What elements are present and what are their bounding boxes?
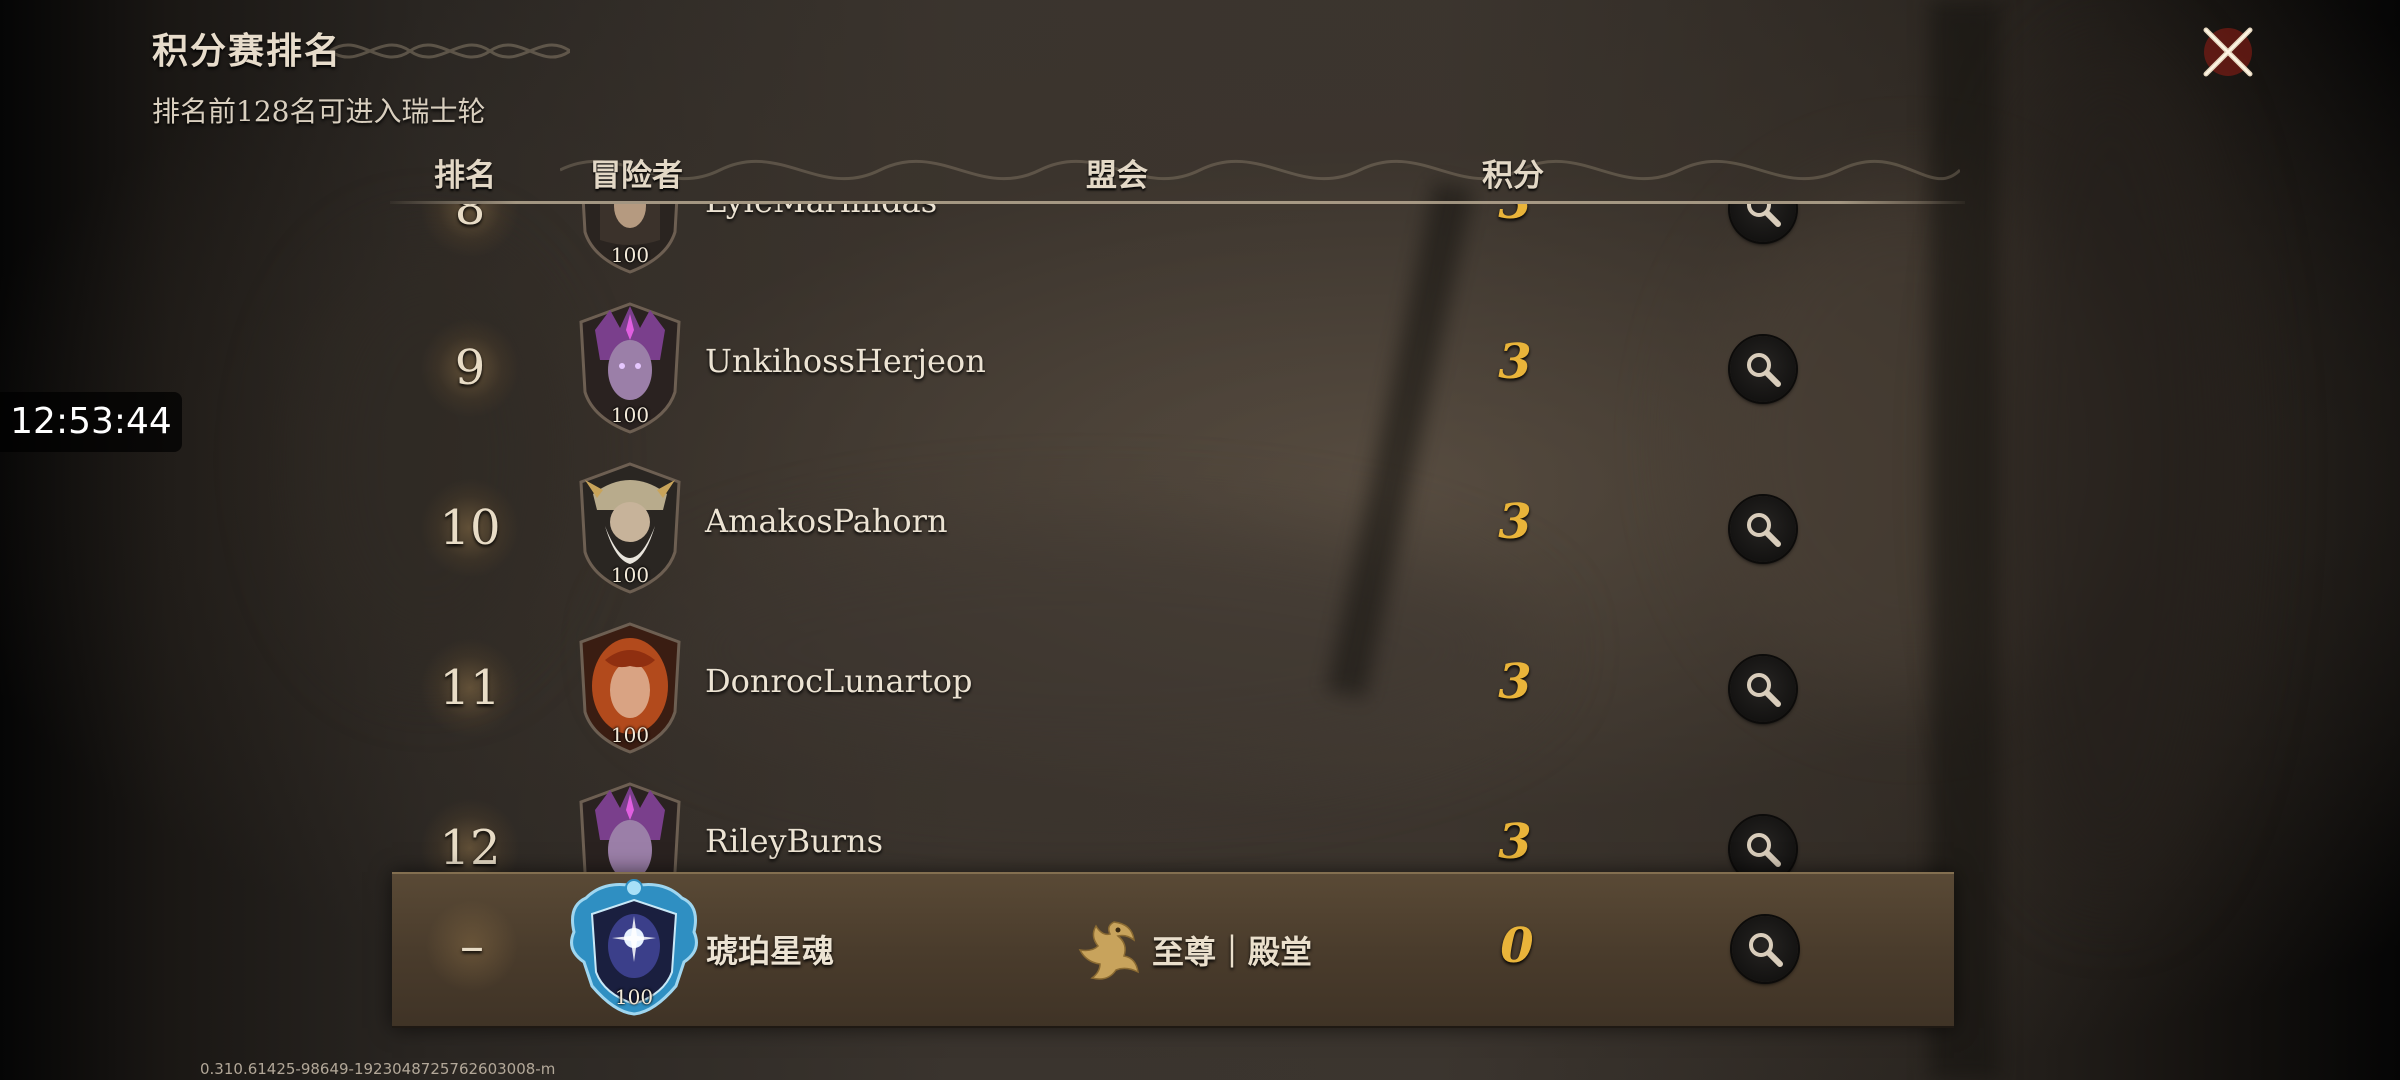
my-name: 琥珀星魂 [706,932,835,970]
table-row: 9 100 UnkihossHerjeon 3 [390,290,1970,450]
player-score: 3 [1498,334,1532,390]
page-title: 积分赛排名 [152,30,343,72]
magnifier-icon [1747,204,1781,227]
inspect-button[interactable] [1730,336,1796,402]
player-level: 100 [610,243,650,267]
header-rank: 排名 [434,158,496,194]
player-name: DonrocLunartop [705,662,973,700]
table-header: 排名 冒险者 盟会 积分 [390,150,1960,204]
inspect-button[interactable] [1730,816,1796,874]
page-subtitle: 排名前128名可进入瑞士轮 [152,95,486,128]
my-score: 0 [1500,918,1534,974]
my-level: 100 [614,985,654,1009]
leaderboard-screen: 积分赛排名 排名前128名可进入瑞士轮 12:53:44 排名 冒险者 盟会 积… [0,0,2400,1080]
magnifier-icon [1747,833,1781,867]
player-level: 100 [610,403,650,427]
clock-overlay: 12:53:44 [0,392,182,452]
player-name: RileyBurns [705,822,884,860]
rank-number: 8 [420,204,520,258]
table-row: 10 100 AmakosPahorn 3 [390,450,1970,610]
version-string: 0.310.61425-98649-1923048725762603008-m [200,1060,556,1078]
inspect-button[interactable] [1730,656,1796,722]
player-score: 3 [1498,814,1532,870]
rank-number: 11 [420,638,520,738]
inspect-button[interactable] [1730,496,1796,562]
table-row: 12 100 RileyBurns 3 [390,770,1970,874]
magnifier-icon [1747,353,1781,387]
rank-number: 9 [420,318,520,418]
rank-number: 10 [420,478,520,578]
player-name: LyleMarinidas [705,204,937,220]
rank-number: 12 [420,798,520,874]
title-ornament [330,43,570,59]
inspect-button[interactable] [1730,204,1796,242]
close-x-icon [2203,27,2253,77]
player-name: AmakosPahorn [705,502,948,540]
my-inspect-button[interactable] [1732,916,1798,982]
player-score: 3 [1498,654,1532,710]
header-points: 积分 [1482,158,1544,194]
my-ranking-bar: – 100 琥珀星魂 至尊｜殿堂 0 [392,872,1954,1028]
table-row: 8 100 LyleMarinidas 3 [390,204,1970,290]
magnifier-icon [1747,673,1781,707]
header-adventurer: 冒险者 [590,158,683,194]
ranking-list[interactable]: 8 100 LyleMarinidas 3 9 [390,204,1970,874]
header-guild: 盟会 [1086,158,1148,194]
player-level: 100 [610,723,650,747]
golden-dragon-icon [1078,921,1139,980]
magnifier-icon [1747,513,1781,547]
my-guild-name: 至尊｜殿堂 [1152,933,1313,971]
player-score: 3 [1498,494,1532,550]
bg-haze [1980,40,2240,900]
player-score: 3 [1470,204,1560,230]
my-rank: – [422,896,522,996]
player-avatar[interactable] [575,780,685,874]
table-row: 11 100 DonrocLunartop 3 [390,610,1970,770]
magnifier-icon [1749,933,1783,967]
close-button[interactable] [2196,20,2260,84]
player-name: UnkihossHerjeon [705,342,986,380]
player-level: 100 [610,563,650,587]
